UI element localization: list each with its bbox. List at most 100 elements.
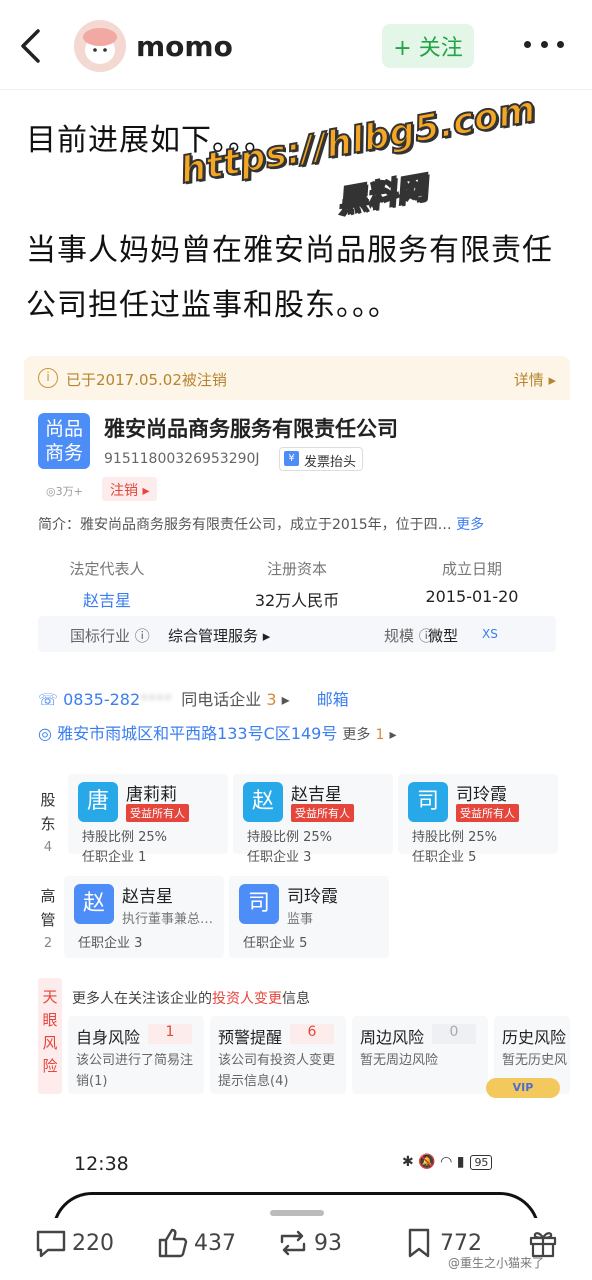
risk-card-self[interactable]: 自身风险 1 该公司进行了简易注销(1)	[68, 1016, 204, 1094]
source-watermark: @重生之小猫来了	[448, 1256, 545, 1270]
risk-desc: 该公司进行了简易注销(1)	[76, 1053, 194, 1089]
label-char: 眼	[42, 1011, 58, 1029]
label-char: 管	[40, 911, 56, 929]
chevron-right-icon: ▸	[281, 690, 290, 709]
company-intro: 简介：雅安尚品商务服务有限责任公司，成立于2015年，位于四… 更多	[38, 514, 568, 534]
comment-count: 220	[72, 1230, 114, 1256]
kv-label: 成立日期	[441, 560, 502, 578]
logo-text: 商务	[44, 442, 83, 464]
email-link[interactable]: 邮箱	[317, 690, 349, 709]
scale-value: 微型	[428, 627, 459, 645]
avatar[interactable]	[74, 20, 126, 72]
label-char: 风	[42, 1034, 58, 1052]
label-char: 东	[40, 815, 56, 833]
registered-capital: 注册资本 32万人民币	[222, 558, 372, 611]
person-name: 唐莉莉	[126, 785, 177, 805]
comment-button[interactable]: 220	[34, 1226, 114, 1260]
view-count: ◎3万+	[46, 485, 83, 498]
more-options-icon[interactable]	[524, 34, 564, 54]
risk-title: 周边风险	[360, 1028, 425, 1047]
intro-text: 雅安尚品商务服务有限责任公司，成立于2015年，位于四…	[80, 517, 452, 533]
risk-count: 1	[148, 1024, 192, 1044]
follow-button[interactable]: + 关注	[382, 24, 474, 68]
jobs-count: 任职企业 3	[247, 850, 312, 865]
avatar: 赵	[74, 884, 114, 924]
jobs-count: 任职企业 5	[243, 936, 308, 951]
risk-title: 预警提醒	[218, 1028, 283, 1047]
person-role: 执行董事兼总…	[122, 912, 214, 927]
risk-desc: 暂无历史风	[502, 1053, 568, 1068]
shareholder-card[interactable]: 司 司玲霞 受益所有人 持股比例 25% 任职企业 5	[398, 774, 558, 865]
label-char: 高	[40, 887, 56, 905]
person-name: 赵吉星	[122, 887, 173, 907]
person-name: 司玲霞	[456, 785, 507, 805]
person-name: 司玲霞	[287, 887, 338, 907]
jobs-count: 任职企业 3	[78, 936, 143, 951]
status-icons: ✱ 🔕 ◠ ▮ 95	[402, 1154, 493, 1170]
invoice-icon: ¥	[284, 451, 299, 466]
risk-card-surrounding[interactable]: 周边风险 0 暂无周边风险	[352, 1016, 488, 1094]
notice-text: 已于2017.05.02被注销	[66, 371, 227, 389]
bookmark-icon	[408, 1228, 430, 1258]
executive-card[interactable]: 赵 赵吉星 执行董事兼总… 任职企业 3	[64, 876, 224, 958]
phone-number[interactable]: 0835-282	[63, 690, 140, 709]
shareholders-label: 股 东 4	[38, 788, 58, 860]
like-count: 437	[194, 1230, 236, 1256]
avatar: 唐	[78, 782, 118, 822]
scale-code: XS	[482, 627, 498, 641]
executive-card[interactable]: 司 司玲霞 监事 任职企业 5	[229, 876, 389, 958]
risk-card-warning[interactable]: 预警提醒 6 该公司有投资人变更提示信息(4)	[210, 1016, 346, 1094]
share-ratio: 持股比例 25%	[82, 830, 168, 845]
system-status-icons: ✱ 🔕 ◠ ▮	[402, 1154, 465, 1170]
beneficial-owner-badge: 受益所有人	[456, 804, 519, 822]
kv-value: 2015-01-20	[425, 587, 519, 606]
repost-button[interactable]: 93	[276, 1226, 342, 1260]
repost-icon	[280, 1230, 306, 1256]
beneficial-owner-badge: 受益所有人	[126, 804, 189, 822]
detail-link[interactable]: 详情 ▸	[514, 369, 556, 390]
industry-link[interactable]: 综合管理服务 ▸	[168, 625, 270, 646]
person-name: 赵吉星	[291, 785, 342, 805]
address-more[interactable]: 更多	[342, 727, 370, 743]
legal-representative: 法定代表人 赵吉星	[32, 558, 182, 611]
risk-head-text: 更多人在关注该企业的	[72, 991, 212, 1007]
intro-more-link[interactable]: 更多	[456, 517, 484, 533]
shareholder-card[interactable]: 赵 赵吉星 受益所有人 持股比例 25% 任职企业 3	[233, 774, 393, 865]
vip-badge: VIP	[486, 1078, 560, 1098]
tianyan-risk-label: 天 眼 风 险	[38, 978, 62, 1094]
avatar: 司	[239, 884, 279, 924]
battery-icon: 95	[470, 1154, 493, 1170]
same-phone-count: 3	[266, 690, 277, 709]
phone-row: ☏ 0835-282**** 同电话企业 3 ▸ 邮箱	[38, 686, 349, 710]
shareholder-card[interactable]: 唐 唐莉莉 受益所有人 持股比例 25% 任职企业 1	[68, 774, 228, 865]
drag-handle[interactable]	[270, 1210, 324, 1216]
company-info-card: i 已于2017.05.02被注销 详情 ▸ 尚品 商务 雅安尚品商务服务有限责…	[24, 356, 570, 1101]
address-more-count: 1	[375, 727, 385, 743]
like-button[interactable]: 437	[156, 1226, 236, 1260]
back-arrow-icon[interactable]	[16, 28, 46, 64]
address-link[interactable]: 雅安市雨城区和平西路133号C区149号	[57, 724, 337, 743]
same-phone-label[interactable]: 同电话企业	[181, 690, 261, 709]
address-row: ◎ 雅安市雨城区和平西路133号C区149号 更多 1 ▸	[38, 720, 397, 744]
executive-count: 2	[43, 936, 53, 951]
status-badge[interactable]: 注销 ▸	[102, 477, 158, 501]
scale-label: 规模 ⓘ	[384, 627, 434, 645]
jobs-count: 任职企业 1	[82, 850, 147, 865]
label-char: 天	[42, 988, 58, 1006]
legal-rep-link[interactable]: 赵吉星	[32, 587, 182, 611]
invoice-title-button[interactable]: ¥ 发票抬头	[279, 447, 364, 471]
phone-mask: ****	[140, 690, 173, 709]
kv-label: 注册资本	[266, 560, 327, 578]
industry-label: 国标行业 ⓘ	[70, 627, 150, 645]
cancellation-notice: i 已于2017.05.02被注销 详情 ▸	[24, 356, 570, 400]
jobs-count: 任职企业 5	[412, 850, 477, 865]
risk-count: 6	[290, 1024, 334, 1044]
username[interactable]: momo	[136, 30, 233, 63]
phone-icon: ☏	[38, 690, 59, 709]
comment-icon	[36, 1230, 66, 1258]
intro-prefix: 简介：	[38, 517, 80, 533]
shareholder-count: 4	[43, 840, 53, 855]
share-ratio: 持股比例 25%	[412, 830, 498, 845]
label-char: 股	[40, 791, 56, 809]
kv-label: 法定代表人	[69, 560, 145, 578]
